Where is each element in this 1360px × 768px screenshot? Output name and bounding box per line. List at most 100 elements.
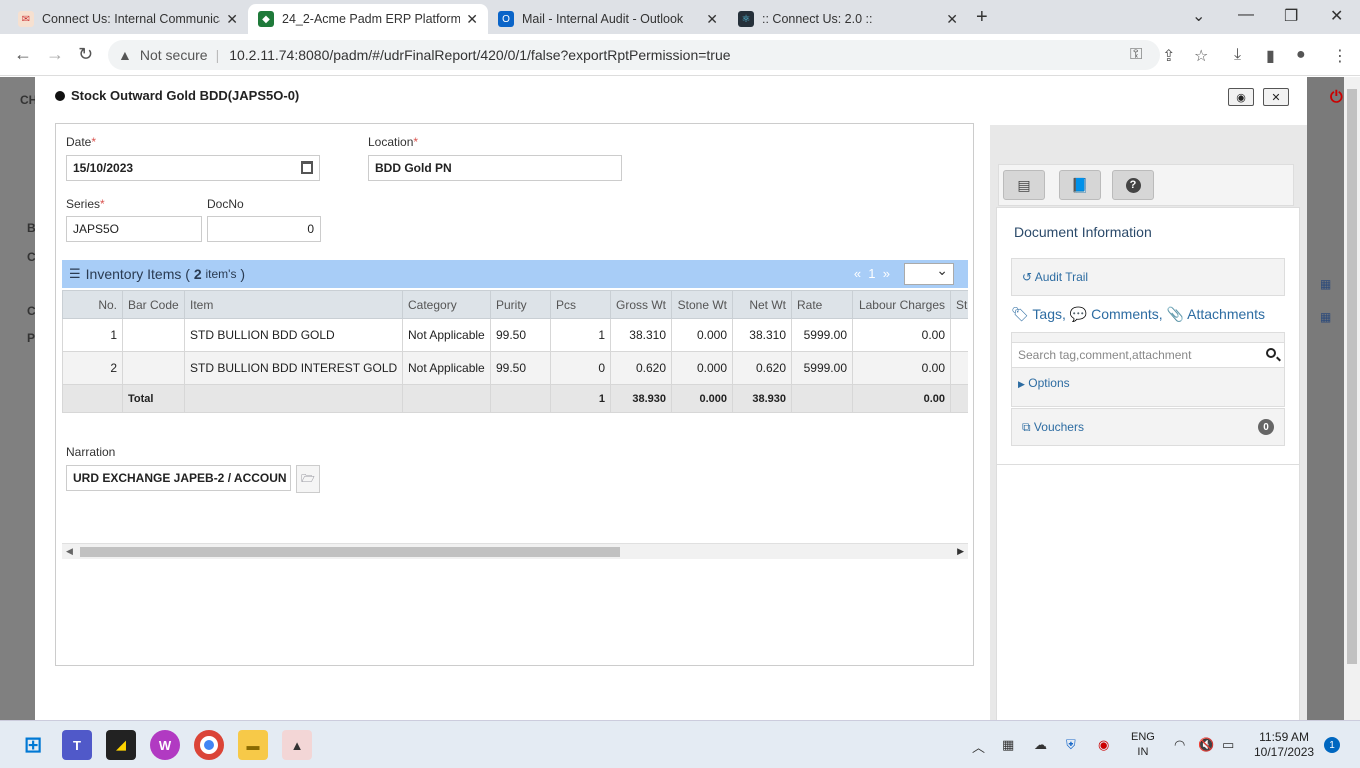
pager-prev[interactable]: « — [854, 266, 861, 281]
col-header-net-wt[interactable]: Net Wt — [732, 290, 792, 319]
toggle-visibility-button[interactable]: ◉ — [1228, 88, 1254, 106]
col-header-item[interactable]: Item — [184, 290, 403, 319]
narration-field[interactable]: URD EXCHANGE JAPEB-2 / ACCOUN — [66, 465, 291, 491]
wifi-icon[interactable]: ◠ — [1174, 737, 1185, 753]
total-label: Total — [122, 384, 185, 413]
scrollbar-thumb[interactable] — [80, 547, 620, 557]
side-panel-icon[interactable]: ▮ — [1266, 46, 1275, 66]
tray-cloud-icon[interactable]: ☁ — [1034, 737, 1047, 753]
col-header-stone-wt[interactable]: Stone Wt — [671, 290, 733, 319]
scroll-left-icon[interactable]: ◀ — [66, 546, 73, 557]
close-modal-button[interactable]: ✕ — [1263, 88, 1289, 106]
menu-kebab-icon[interactable]: ⋮ — [1332, 46, 1348, 66]
close-tab-icon[interactable]: ✕ — [946, 11, 958, 28]
col-header-purity[interactable]: Purity — [490, 290, 551, 319]
docno-field[interactable]: 0 — [207, 216, 321, 242]
omnibox[interactable]: ▲ Not secure | 10.2.11.74:8080/padm/#/ud… — [108, 40, 1160, 70]
cell-total-no — [62, 384, 123, 413]
pager-page[interactable]: 1 — [868, 266, 875, 281]
col-header-labour-charges[interactable]: Labour Charges — [852, 290, 951, 319]
table-row[interactable]: 1 STD BULLION BDD GOLD Not Applicable 99… — [62, 318, 968, 352]
col-header-pcs[interactable]: Pcs — [550, 290, 611, 319]
browser-tab-outlook[interactable]: O Mail - Internal Audit - Outlook ✕ — [488, 4, 728, 34]
page-size-select[interactable] — [904, 262, 954, 285]
share-icon[interactable]: ⇪ — [1162, 46, 1175, 66]
sticky-notes-icon[interactable]: ◢ — [106, 730, 136, 760]
system-clock[interactable]: 11:59 AM 10/17/2023 — [1254, 730, 1314, 760]
connect-us-favicon-icon: ✉ — [18, 11, 34, 27]
cell-st — [950, 351, 968, 385]
attachments-link[interactable]: Attachments — [1187, 306, 1265, 322]
tags-link[interactable]: Tags, — [1032, 306, 1065, 322]
key-icon[interactable]: ⚿ — [1130, 46, 1142, 64]
narration-picker-button[interactable]: 🗁 — [296, 465, 320, 493]
notification-badge[interactable]: 1 — [1324, 737, 1340, 753]
browser-tab-connect-us[interactable]: ✉ Connect Us: Internal Communica ✕ — [8, 4, 248, 34]
book-icon: 📘 — [1071, 176, 1089, 193]
new-tab-icon[interactable]: + — [976, 6, 988, 29]
vouchers-box[interactable]: ⧉ Vouchers 0 — [1011, 408, 1285, 446]
tray-record-icon[interactable]: ◉ — [1098, 737, 1109, 753]
col-header-rate[interactable]: Rate — [791, 290, 853, 319]
chrome-icon[interactable] — [194, 730, 224, 760]
back-icon[interactable]: ← — [14, 44, 32, 65]
inventory-close-paren: ) — [240, 266, 246, 282]
col-header-gross-wt[interactable]: Gross Wt — [610, 290, 672, 319]
close-tab-icon[interactable]: ✕ — [706, 11, 718, 28]
close-tab-icon[interactable]: ✕ — [226, 11, 238, 28]
windows-start-icon[interactable]: ⊞ — [18, 730, 48, 760]
profile-icon[interactable]: ● — [1296, 46, 1306, 64]
tag-search-input[interactable]: Search tag,comment,attachment — [1011, 342, 1285, 368]
cell-no: 2 — [62, 351, 123, 385]
pager-next[interactable]: » — [883, 266, 890, 281]
wps-office-icon[interactable]: W — [150, 730, 180, 760]
battery-icon[interactable]: ▭ — [1222, 737, 1234, 753]
cell-total-rate — [791, 384, 853, 413]
options-toggle[interactable]: ▶ Options — [1018, 376, 1070, 390]
scroll-right-icon[interactable]: ▶ — [957, 546, 964, 557]
tray-shield-icon[interactable]: ⛨ — [1066, 737, 1076, 753]
calendar-icon[interactable] — [301, 161, 313, 174]
grid-horizontal-scrollbar[interactable]: ◀ ▶ — [62, 543, 968, 559]
restore-icon[interactable]: ❐ — [1284, 6, 1298, 26]
tab-search-icon[interactable]: ⌄ — [1192, 6, 1205, 26]
date-field[interactable]: 15/10/2023 — [66, 155, 320, 181]
comments-link[interactable]: Comments, — [1091, 306, 1163, 322]
audit-trail-box[interactable]: ↺ Audit Trail — [1011, 258, 1285, 296]
cell-total-item — [184, 384, 403, 413]
snipping-tool-icon[interactable]: ▲ — [282, 730, 312, 760]
audit-trail-link[interactable]: Audit Trail — [1035, 270, 1088, 284]
minimize-icon[interactable]: — — [1238, 6, 1254, 24]
volume-icon[interactable]: 🔇 — [1198, 737, 1214, 753]
tray-overflow-icon[interactable]: ︿ — [972, 737, 985, 756]
input-language-indicator[interactable]: ENG IN — [1131, 730, 1155, 760]
series-field[interactable]: JAPS5O — [66, 216, 202, 242]
page-vertical-scrollbar[interactable] — [1344, 77, 1360, 720]
tray-app-icon[interactable]: ▦ — [1002, 737, 1014, 753]
bookmark-star-icon[interactable]: ☆ — [1194, 46, 1208, 66]
teams-icon[interactable]: T — [62, 730, 92, 760]
reload-icon[interactable]: ↻ — [78, 44, 93, 65]
info-tab-details[interactable]: ▤ — [1003, 170, 1045, 200]
download-icon[interactable]: ⤓ — [1234, 46, 1241, 64]
close-tab-icon[interactable]: ✕ — [466, 11, 478, 28]
cell-no: 1 — [62, 318, 123, 352]
series-label: Series* — [66, 197, 105, 211]
col-header-category[interactable]: Category — [402, 290, 491, 319]
scrollbar-thumb[interactable] — [1347, 89, 1357, 664]
col-header-barcode[interactable]: Bar Code — [122, 290, 185, 319]
document-info-panel: ▤ 📘 ? Document Information ↺ Audit Trail… — [990, 125, 1307, 720]
browser-tab-erp[interactable]: ◆ 24_2-Acme Padm ERP Platform ✕ — [248, 4, 488, 34]
search-icon[interactable] — [1266, 348, 1276, 358]
file-explorer-icon[interactable]: ▬ — [238, 730, 268, 760]
info-tab-help[interactable]: ? — [1112, 170, 1154, 200]
vouchers-link[interactable]: Vouchers — [1034, 420, 1084, 434]
browser-tab-connect-us-2[interactable]: ⚛ :: Connect Us: 2.0 :: ✕ — [728, 4, 968, 34]
location-field[interactable]: BDD Gold PN — [368, 155, 622, 181]
close-window-icon[interactable]: ✕ — [1330, 6, 1343, 26]
col-header-no[interactable]: No. — [62, 290, 123, 319]
info-tab-book[interactable]: 📘 — [1059, 170, 1101, 200]
table-row[interactable]: 2 STD BULLION BDD INTEREST GOLD Not Appl… — [62, 351, 968, 385]
col-header-st[interactable]: St — [950, 290, 968, 319]
forward-icon[interactable]: → — [46, 44, 64, 65]
